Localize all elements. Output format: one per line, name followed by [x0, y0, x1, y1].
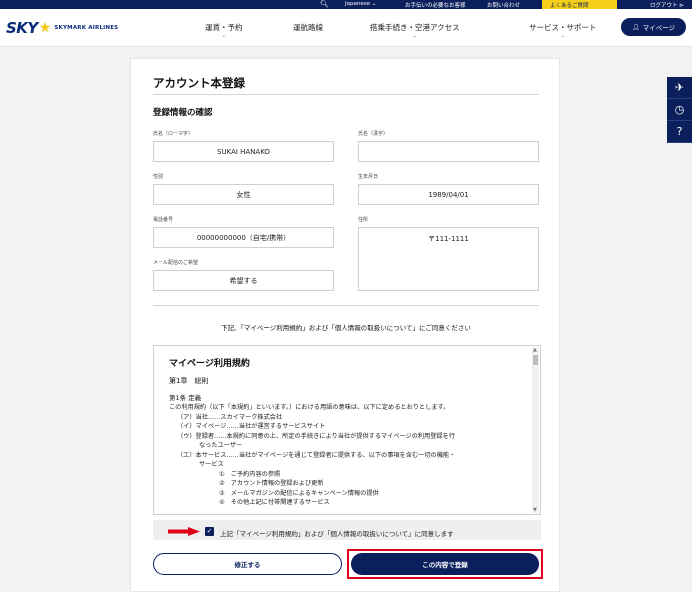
title-divider [153, 94, 539, 95]
nav-label: 運航路線 [293, 23, 323, 32]
terms-chapter: 第1章 総則 [169, 377, 209, 385]
terms-line: （ウ）登録者……本規約に同意の上、所定の手続きにより当社が提供するマイページの利… [177, 432, 455, 440]
terms-line: なったユーザー [199, 442, 243, 449]
scroll-thumb[interactable] [533, 355, 538, 365]
mypage-label: マイページ [642, 24, 675, 32]
utility-bar: 🔍︎ Japanese ⌄ お手伝いの必要なお客様 お問い合わせ よくあるご質問… [0, 0, 692, 9]
mail-delivery-label: メール配信のご希望 [153, 260, 199, 266]
nav-label: サービス・サポート [529, 23, 597, 32]
terms-line: サービス [199, 461, 224, 468]
nav-label: 搭乗手続き・空港アクセス [370, 23, 460, 32]
chevron-down-icon: ⌄ [221, 33, 226, 39]
contact-link[interactable]: お問い合わせ [487, 1, 520, 9]
section-title: 登録情報の確認 [153, 108, 213, 118]
side-tabs: ✈ ◷ ? [667, 77, 692, 143]
skymark-logo[interactable]: SKY ★ SKYMARK AIRLINES [6, 19, 118, 37]
phone-label: 電話番号 [153, 217, 174, 223]
nav-label: 運賃・予約 [205, 23, 243, 32]
logout-link[interactable]: ログアウト ⊳ [650, 1, 684, 9]
chevron-down-icon: ⌄ [560, 33, 565, 39]
terms-line: ③ メールマガジンの配信によるキャンペーン情報の提供 [219, 489, 379, 497]
mypage-button[interactable]: 👤︎ マイページ [621, 18, 686, 36]
terms-content: マイページ利用規約 第1章 総則 第1条 定義 この利用規約（以下「本規約」とい… [169, 356, 529, 508]
site-header: SKY ★ SKYMARK AIRLINES 運賃・予約 ⌄ 運航路線 搭乗手続… [0, 9, 692, 47]
agree-checkbox-label[interactable]: 上記「マイページ利用規約」および「個人情報の取扱いについて」に同意します [220, 528, 454, 538]
agreement-lead-text: 下記、「マイページ利用規約」および「個人情報の取扱いについて」にご同意ください [221, 324, 471, 332]
birthdate-label: 生年月日 [358, 174, 379, 180]
plane-icon[interactable]: ✈ [667, 77, 692, 99]
chevron-down-icon: ⌄ [412, 33, 417, 39]
terms-line: （ア）当社……スカイマーク株式会社 [177, 413, 283, 421]
terms-title: マイページ利用規約 [169, 359, 250, 369]
terms-line: （エ）本サービス……当社がマイページを通じて登録者に提供する、以下の事項を含む一… [177, 451, 456, 459]
address-label: 住所 [358, 217, 369, 223]
search-icon[interactable]: 🔍︎ [320, 0, 329, 8]
scroll-up-icon[interactable]: ▲ [533, 347, 537, 353]
terms-line: ① ご予約内容の参照 [219, 470, 281, 478]
faq-link[interactable]: よくあるご質問 [542, 0, 617, 9]
logo-sky-text: SKY [6, 19, 38, 37]
terms-scroll-box[interactable]: マイページ利用規約 第1章 総則 第1条 定義 この利用規約（以下「本規約」とい… [153, 345, 541, 515]
scroll-down-icon[interactable]: ▼ [533, 507, 537, 513]
help-glyph: ? [676, 125, 683, 138]
name-roman-label: 氏名（ローマ字） [153, 131, 194, 137]
mail-delivery-value: 希望する [153, 270, 334, 291]
address-value: 〒111-1111 [358, 227, 539, 291]
register-button[interactable]: この内容で登録 [351, 553, 539, 575]
logo-name-text: SKYMARK AIRLINES [54, 25, 119, 31]
nav-checkin-access[interactable]: 搭乗手続き・空港アクセス ⌄ [370, 22, 460, 39]
section-divider [153, 305, 539, 306]
terms-line: （イ）マイページ……当社が運営するサービスサイト [177, 423, 326, 430]
name-kanji-label: 氏名（漢字） [358, 131, 389, 137]
assistance-link[interactable]: お手伝いの必要なお客様 [405, 1, 466, 9]
language-selector[interactable]: Japanese ⌄ [345, 1, 376, 7]
clock-icon[interactable]: ◷ [667, 99, 692, 121]
terms-scrollbar[interactable]: ▲ ▼ [532, 347, 539, 513]
terms-line: この利用規約（以下「本規約」といいます。）における用語の意味は、以下に定めるとお… [169, 404, 450, 411]
help-icon[interactable]: ? [667, 121, 692, 143]
birthdate-value: 1989/04/01 [358, 184, 539, 205]
red-arrow-icon [168, 527, 200, 536]
nav-routes[interactable]: 運航路線 [293, 22, 323, 33]
gender-value: 女性 [153, 184, 334, 205]
terms-line: ② アカウント情報の登録および更新 [219, 480, 324, 487]
terms-line: ④ その他上記に付帯関連するサービス [219, 499, 330, 506]
agree-checkbox[interactable]: ✓ [205, 527, 214, 536]
phone-value: 00000000000（自宅/携帯） [153, 227, 334, 248]
page-title: アカウント本登録 [153, 76, 245, 90]
nav-fares-reservation[interactable]: 運賃・予約 ⌄ [205, 22, 243, 39]
nav-services-support[interactable]: サービス・サポート ⌄ [529, 22, 597, 39]
terms-article: 第1条 定義 [169, 394, 202, 402]
user-icon: 👤︎ [632, 23, 640, 31]
name-roman-value: SUKAI HANAKO [153, 141, 334, 162]
name-kanji-value [358, 141, 539, 162]
gender-label: 性別 [153, 174, 164, 180]
registration-card: アカウント本登録 登録情報の確認 氏名（ローマ字） SUKAI HANAKO 氏… [130, 58, 560, 592]
star-icon: ★ [38, 20, 52, 36]
edit-button[interactable]: 修正する [153, 553, 342, 575]
